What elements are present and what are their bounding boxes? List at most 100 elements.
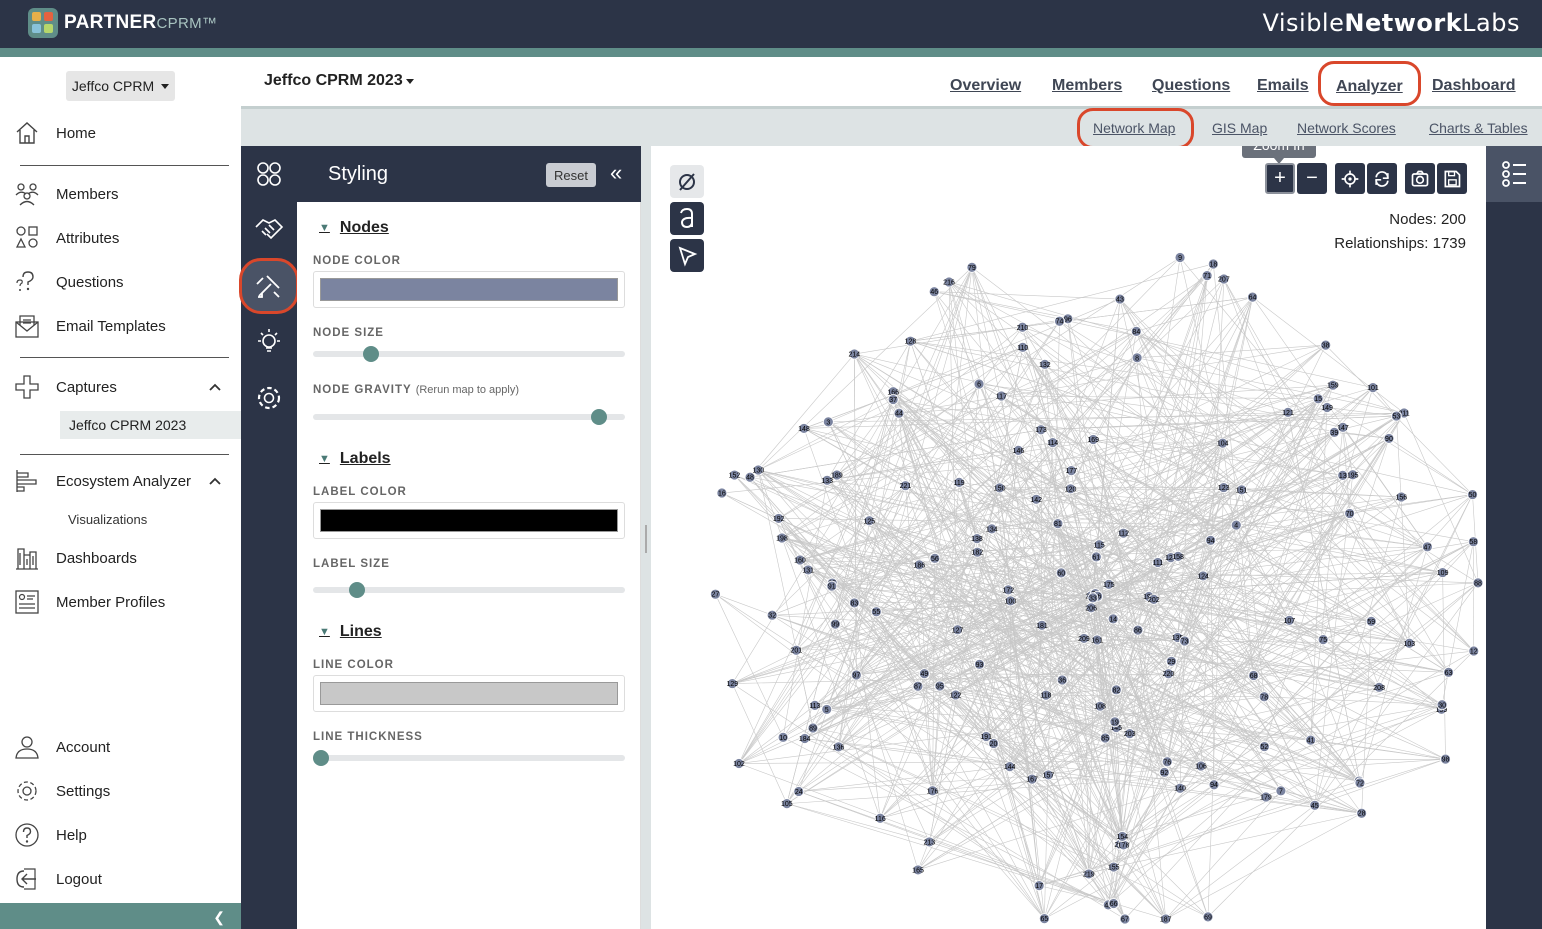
network-node[interactable]: 110 <box>1017 341 1028 353</box>
network-node[interactable]: 87 <box>912 680 924 692</box>
network-node[interactable]: 10 <box>777 731 789 743</box>
network-node[interactable]: 38 <box>1320 339 1332 351</box>
slider-handle[interactable] <box>348 582 365 598</box>
network-node[interactable]: 129 <box>727 678 739 689</box>
network-node[interactable]: 52 <box>1258 741 1270 752</box>
project-selector[interactable]: Jeffco CPRM 2023 <box>264 72 414 90</box>
network-node[interactable]: 177 <box>1065 465 1077 477</box>
node-color-picker[interactable] <box>313 271 625 308</box>
sidebar-item-member-profiles[interactable]: Member Profiles <box>14 587 165 617</box>
network-node[interactable]: 44 <box>893 407 905 419</box>
tab-dashboard[interactable]: Dashboard <box>1432 77 1516 95</box>
hide-isolates-button[interactable] <box>670 165 704 198</box>
network-node[interactable]: 111 <box>1152 557 1164 568</box>
network-node[interactable]: 50 <box>1467 489 1478 500</box>
network-node[interactable]: 138 <box>971 533 983 545</box>
network-node[interactable]: 92 <box>1159 766 1170 778</box>
network-node[interactable]: 79 <box>966 261 978 273</box>
sidebar-item-home[interactable]: Home <box>14 118 96 148</box>
network-node[interactable]: 45 <box>1309 799 1321 811</box>
network-node[interactable]: 67 <box>1119 913 1131 925</box>
network-node[interactable]: 39 <box>1328 426 1340 438</box>
network-node[interactable]: 43 <box>1114 293 1126 305</box>
network-node[interactable]: 117 <box>996 390 1007 402</box>
network-node[interactable]: 216 <box>943 276 955 288</box>
node-gravity-slider[interactable] <box>313 409 625 425</box>
network-node[interactable]: 103 <box>1404 637 1416 649</box>
network-node[interactable]: 55 <box>870 606 882 618</box>
section-labels[interactable]: ▼ Labels <box>319 450 391 468</box>
network-node[interactable]: 149 <box>1321 402 1333 413</box>
center-map-button[interactable] <box>1335 163 1365 194</box>
network-node[interactable]: 160 <box>794 554 806 566</box>
network-node[interactable]: 172 <box>1002 584 1014 596</box>
sidebar-item-dashboards[interactable]: Dashboards <box>14 543 137 573</box>
network-node[interactable]: 192 <box>773 513 785 524</box>
network-node[interactable]: 86 <box>1132 624 1144 636</box>
sidebar-item-account[interactable]: Account <box>14 732 110 762</box>
network-node[interactable]: 94 <box>1205 534 1217 546</box>
line-thickness-slider[interactable] <box>313 750 625 766</box>
network-node[interactable]: 41 <box>1305 734 1317 746</box>
network-node[interactable]: 121 <box>1282 406 1294 418</box>
network-node[interactable]: 12 <box>1468 645 1480 657</box>
network-node[interactable]: 71 <box>1201 270 1213 282</box>
network-node[interactable]: 156 <box>1395 491 1407 503</box>
network-node[interactable]: 207 <box>1218 273 1230 285</box>
org-selector[interactable]: Jeffco CPRM <box>66 71 175 101</box>
network-node[interactable]: 8 <box>1131 352 1143 364</box>
network-node[interactable]: 101 <box>1367 382 1379 394</box>
network-node[interactable]: 104 <box>1217 437 1229 449</box>
tab-emails[interactable]: Emails <box>1257 77 1309 95</box>
network-node[interactable]: 165 <box>912 864 924 876</box>
network-node[interactable]: 5 <box>821 704 833 715</box>
slider-handle[interactable] <box>313 750 329 766</box>
network-node[interactable]: 64 <box>1247 291 1258 303</box>
network-node[interactable]: 60 <box>1055 567 1067 579</box>
section-lines[interactable]: ▼ Lines <box>319 623 382 641</box>
network-node[interactable]: 32 <box>766 609 778 621</box>
network-node[interactable]: 56 <box>929 552 941 564</box>
tab-overview[interactable]: Overview <box>950 77 1021 95</box>
network-node[interactable]: 74 <box>1054 315 1065 327</box>
chevron-up-icon[interactable] <box>208 474 222 488</box>
network-graph[interactable]: 2152031981691921664217320820120717221618… <box>651 146 1486 925</box>
network-node[interactable]: 128 <box>905 335 917 347</box>
sidebar-item-questions[interactable]: Questions <box>14 267 124 297</box>
network-node[interactable]: 9 <box>1174 252 1186 263</box>
network-node[interactable]: 114 <box>1047 437 1058 449</box>
network-node[interactable]: 58 <box>1467 536 1479 548</box>
network-node[interactable]: 70 <box>1344 508 1356 519</box>
network-node[interactable]: 220 <box>1163 668 1175 680</box>
network-node[interactable]: 98 <box>1440 753 1451 765</box>
network-node[interactable]: 210 <box>1017 321 1029 333</box>
network-node[interactable]: 19 <box>1109 716 1121 728</box>
sidebar-collapse-bar[interactable]: ❮ <box>0 903 241 929</box>
network-node[interactable]: 66 <box>1108 898 1120 909</box>
sidebar-item-ecosystem-analyzer[interactable]: Ecosystem Analyzer <box>14 466 191 496</box>
handshake-button[interactable] <box>253 213 285 245</box>
network-node[interactable]: 119 <box>954 476 965 488</box>
network-node[interactable]: 151 <box>1236 484 1248 496</box>
network-node[interactable]: 65 <box>1038 913 1050 925</box>
network-node[interactable]: 37 <box>887 394 899 405</box>
network-node[interactable]: 59 <box>1365 615 1377 627</box>
network-node[interactable]: 113 <box>809 699 821 711</box>
network-node[interactable]: 33 <box>1087 592 1099 604</box>
subtab-gis-map[interactable]: GIS Map <box>1212 120 1267 136</box>
network-node[interactable]: 3 <box>822 416 834 428</box>
network-node[interactable]: 83 <box>848 597 860 609</box>
network-node[interactable]: 93 <box>974 658 985 670</box>
subtab-charts-tables[interactable]: Charts & Tables <box>1429 120 1528 136</box>
line-color-picker[interactable] <box>313 675 625 712</box>
slider-handle[interactable] <box>363 346 380 362</box>
network-node[interactable]: 99 <box>829 618 841 630</box>
network-node[interactable]: 144 <box>1004 761 1016 772</box>
network-node[interactable]: 115 <box>1094 539 1105 551</box>
network-node[interactable]: 78 <box>1258 691 1270 703</box>
network-node[interactable]: 16 <box>716 487 728 499</box>
sidebar-subitem-jeffco-cprm-2023[interactable]: Jeffco CPRM 2023 <box>60 411 241 439</box>
label-color-picker[interactable] <box>313 502 625 539</box>
toggle-labels-button[interactable] <box>670 202 704 235</box>
network-node[interactable]: 49 <box>918 668 930 680</box>
